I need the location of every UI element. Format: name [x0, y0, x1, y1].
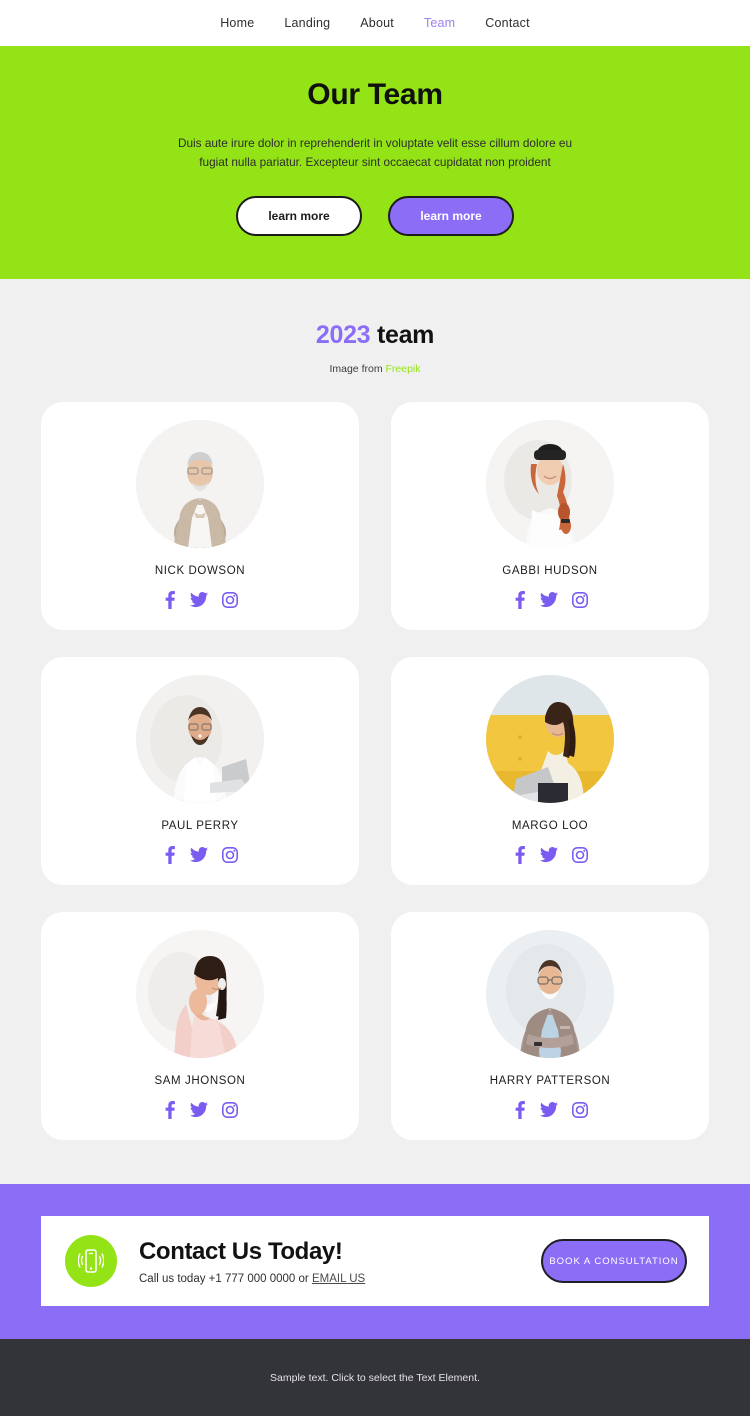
social-links: [512, 846, 588, 864]
nav-item-home[interactable]: Home: [220, 16, 254, 30]
avatar: [486, 675, 614, 803]
page-root: Home Landing About Team Contact Our Team…: [0, 0, 750, 1416]
member-name: PAUL PERRY: [161, 820, 239, 832]
member-name: MARGO LOO: [511, 820, 589, 832]
twitter-icon[interactable]: [540, 592, 558, 608]
social-links: [512, 1101, 588, 1119]
top-navigation: Home Landing About Team Contact: [0, 0, 750, 46]
learn-more-button-purple[interactable]: learn more: [388, 196, 514, 236]
email-us-link[interactable]: EMAIL US: [312, 1273, 365, 1285]
team-grid: NICK DOWSON GABBI HUDSON PAUL PERRY MARG…: [41, 402, 709, 1140]
social-links: [162, 591, 238, 609]
image-credit-prefix: Image from: [329, 363, 383, 375]
social-links: [162, 1101, 238, 1119]
nav-item-landing[interactable]: Landing: [284, 16, 330, 30]
facebook-icon[interactable]: [512, 846, 526, 864]
image-credit: Image from Freepik: [0, 363, 750, 375]
woman-yellow-chair-laptop-photo: [486, 675, 614, 803]
team-section: 2023 team Image from Freepik NICK DOWSON…: [0, 279, 750, 1184]
member-name: GABBI HUDSON: [502, 565, 598, 577]
avatar: [486, 930, 614, 1058]
cta-title: Contact Us Today!: [139, 1237, 343, 1265]
team-card[interactable]: HARRY PATTERSON: [391, 912, 709, 1140]
twitter-icon[interactable]: [190, 847, 208, 863]
avatar: [136, 420, 264, 548]
vibrating-phone-icon: [65, 1235, 117, 1287]
twitter-icon[interactable]: [190, 1102, 208, 1118]
cta-section: Contact Us Today! Call us today +1 777 0…: [0, 1184, 750, 1339]
footer: Sample text. Click to select the Text El…: [0, 1339, 750, 1416]
hero-subtitle: Duis aute irure dolor in reprehenderit i…: [177, 136, 573, 169]
footer-text[interactable]: Sample text. Click to select the Text El…: [270, 1372, 480, 1384]
team-card[interactable]: PAUL PERRY: [41, 657, 359, 885]
member-name: NICK DOWSON: [154, 565, 246, 577]
page-title: Our Team: [307, 78, 443, 111]
nav-item-team[interactable]: Team: [424, 16, 455, 30]
facebook-icon[interactable]: [512, 591, 526, 609]
freepik-link[interactable]: Freepik: [386, 363, 421, 375]
facebook-icon[interactable]: [162, 1101, 176, 1119]
instagram-icon[interactable]: [572, 592, 588, 608]
twitter-icon[interactable]: [540, 1102, 558, 1118]
team-card[interactable]: GABBI HUDSON: [391, 402, 709, 630]
team-heading-word: team: [376, 321, 435, 349]
cta-phone-text: Call us today +1 777 000 0000 or: [139, 1272, 309, 1285]
book-consultation-button[interactable]: BOOK A CONSULTATION: [541, 1239, 687, 1283]
social-links: [512, 591, 588, 609]
cta-text-block: Contact Us Today! Call us today +1 777 0…: [139, 1238, 541, 1285]
twitter-icon[interactable]: [540, 847, 558, 863]
team-card[interactable]: MARGO LOO: [391, 657, 709, 885]
nav-item-contact[interactable]: Contact: [485, 16, 529, 30]
instagram-icon[interactable]: [572, 1102, 588, 1118]
cta-subtitle: Call us today +1 777 000 0000 or EMAIL U…: [139, 1273, 541, 1285]
man-white-shirt-laptop-photo: [136, 675, 264, 803]
instagram-icon[interactable]: [572, 847, 588, 863]
team-heading-year: 2023: [315, 321, 371, 349]
avatar: [136, 930, 264, 1058]
instagram-icon[interactable]: [222, 592, 238, 608]
hero-button-group: learn more learn more: [0, 196, 750, 236]
facebook-icon[interactable]: [162, 591, 176, 609]
instagram-icon[interactable]: [222, 1102, 238, 1118]
team-card[interactable]: SAM JHONSON: [41, 912, 359, 1140]
team-card[interactable]: NICK DOWSON: [41, 402, 359, 630]
facebook-icon[interactable]: [512, 1101, 526, 1119]
facebook-icon[interactable]: [162, 846, 176, 864]
nav-item-about[interactable]: About: [360, 16, 394, 30]
hero-section: Our Team Duis aute irure dolor in repreh…: [0, 46, 750, 279]
woman-black-beanie-red-braid-photo: [486, 420, 614, 548]
avatar: [136, 675, 264, 803]
member-name: HARRY PATTERSON: [489, 1075, 611, 1087]
team-heading: 2023 team: [0, 321, 750, 350]
learn-more-button-light[interactable]: learn more: [236, 196, 362, 236]
cta-card: Contact Us Today! Call us today +1 777 0…: [41, 1216, 709, 1306]
man-glasses-grey-blazer-photo: [486, 930, 614, 1058]
member-name: SAM JHONSON: [154, 1075, 246, 1087]
woman-pink-hoodie-laughing-photo: [136, 930, 264, 1058]
older-man-beige-suit-photo: [136, 420, 264, 548]
twitter-icon[interactable]: [190, 592, 208, 608]
instagram-icon[interactable]: [222, 847, 238, 863]
social-links: [162, 846, 238, 864]
avatar: [486, 420, 614, 548]
